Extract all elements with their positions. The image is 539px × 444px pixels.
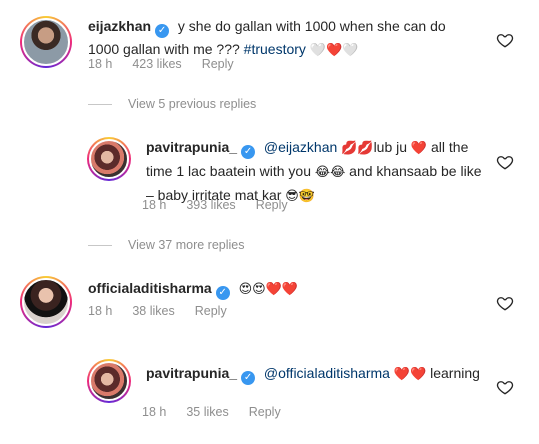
timestamp[interactable]: 18 h xyxy=(88,57,112,71)
view-previous-replies-button[interactable]: View 5 previous replies xyxy=(88,97,256,111)
comment-text: eijazkhan ✓ y she do gallan with 1000 whe… xyxy=(88,15,478,62)
heart-outline-icon[interactable] xyxy=(496,294,514,312)
username[interactable]: officialaditisharma xyxy=(88,280,212,296)
mention-link[interactable]: @officialaditisharma xyxy=(264,365,390,381)
heart-outline-icon[interactable] xyxy=(496,31,514,49)
comment-emojis: 😍😍❤️❤️ xyxy=(238,282,299,297)
username[interactable]: eijazkhan xyxy=(88,18,151,34)
likes-count[interactable]: 38 likes xyxy=(132,304,174,318)
reply-button[interactable]: Reply xyxy=(195,304,227,318)
comment-body: lub ju xyxy=(373,139,408,155)
divider xyxy=(88,104,112,106)
comment-body: learning xyxy=(430,365,480,381)
hashtag-link[interactable]: #truestory xyxy=(244,41,306,57)
comment-emojis: 😂😂 xyxy=(314,165,346,180)
heart-outline-icon[interactable] xyxy=(496,378,514,396)
timestamp[interactable]: 18 h xyxy=(88,304,112,318)
verified-badge-icon: ✓ xyxy=(155,24,170,38)
timestamp[interactable]: 18 h xyxy=(142,405,166,419)
heart-outline-icon[interactable] xyxy=(496,153,514,171)
comment-emojis: ❤️ xyxy=(410,141,428,156)
mention-link[interactable]: @eijazkhan xyxy=(264,139,337,155)
view-more-replies-button[interactable]: View 37 more replies xyxy=(88,238,245,252)
comment-text: pavitrapunia_ ✓ @officialaditisharma ❤️❤️… xyxy=(146,362,486,386)
comment-meta: 18 h 35 likes Reply xyxy=(142,405,301,419)
likes-count[interactable]: 423 likes xyxy=(132,57,181,71)
username[interactable]: pavitrapunia_ xyxy=(146,365,237,381)
avatar[interactable] xyxy=(20,276,72,328)
avatar[interactable] xyxy=(87,137,131,181)
comment-emojis: 💋💋 xyxy=(341,141,374,156)
reply-button[interactable]: Reply xyxy=(256,198,288,212)
comment-text: officialaditisharma ✓ 😍😍❤️❤️ xyxy=(88,277,478,301)
likes-count[interactable]: 35 likes xyxy=(186,405,228,419)
verified-badge-icon: ✓ xyxy=(241,371,256,385)
comment-meta: 18 h 393 likes Reply xyxy=(142,198,308,212)
avatar[interactable] xyxy=(87,359,131,403)
reply-button[interactable]: Reply xyxy=(202,57,234,71)
comment-meta: 18 h 38 likes Reply xyxy=(88,304,247,318)
divider xyxy=(88,245,112,247)
comment-emojis: ❤️❤️ xyxy=(393,367,427,382)
reply-button[interactable]: Reply xyxy=(249,405,281,419)
username[interactable]: pavitrapunia_ xyxy=(146,139,237,155)
verified-badge-icon: ✓ xyxy=(215,286,230,300)
likes-count[interactable]: 393 likes xyxy=(186,198,235,212)
timestamp[interactable]: 18 h xyxy=(142,198,166,212)
verified-badge-icon: ✓ xyxy=(241,145,256,159)
comment-emojis: 🤍❤️🤍 xyxy=(309,43,359,58)
comment-meta: 18 h 423 likes Reply xyxy=(88,57,254,71)
avatar[interactable] xyxy=(20,16,72,68)
